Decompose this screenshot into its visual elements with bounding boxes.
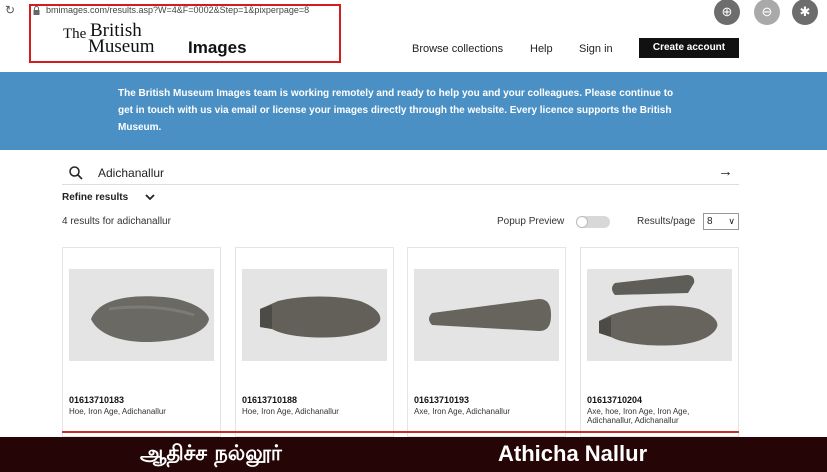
caption-bar	[0, 437, 827, 472]
card-description: Axe, hoe, Iron Age, Iron Age, Adichanall…	[587, 407, 690, 425]
results-per-page-value: 8	[707, 216, 713, 227]
card-description: Hoe, Iron Age, Adichanallur	[69, 407, 166, 416]
results-count: 4 results for adichanallur	[62, 216, 171, 227]
chevron-down-icon: ∨	[728, 216, 735, 226]
popup-preview-label: Popup Preview	[497, 216, 565, 227]
search-input[interactable]: Adichanallur	[98, 166, 164, 180]
card-number[interactable]: 01613710188	[242, 395, 297, 405]
caption-english: Athicha Nallur	[498, 441, 648, 466]
toggle-knob	[576, 216, 588, 228]
red-underline	[62, 431, 739, 433]
artifact-image[interactable]	[587, 269, 732, 361]
card-description: Axe, Iron Age, Adichanallur	[414, 407, 511, 416]
chevron-down-icon[interactable]	[144, 191, 156, 203]
artifact-axe-image	[414, 269, 559, 361]
create-account-button[interactable]: Create account	[639, 38, 739, 58]
results-per-page-label: Results/page	[637, 216, 696, 227]
artifact-hoe-image	[69, 269, 214, 361]
card-description: Hoe, Iron Age, Adichanallur	[242, 407, 339, 416]
artifact-axe-hoe-image	[587, 269, 732, 361]
search-submit-arrow-icon[interactable]: →	[718, 163, 733, 180]
zoom-in-icon[interactable]: ⊕	[714, 0, 740, 25]
card-number[interactable]: 01613710204	[587, 395, 642, 405]
artifact-image[interactable]	[242, 269, 387, 361]
caption-tamil: ஆதிச்ச நல்லூர்	[140, 441, 282, 465]
card-number[interactable]: 01613710183	[69, 395, 124, 405]
page: ↻ bmimages.com/results.asp?W=4&F=0002&St…	[0, 0, 827, 472]
results-per-page-select[interactable]: 8 ∨	[703, 213, 739, 230]
notice-banner: The British Museum Images team is workin…	[0, 72, 827, 150]
search-box[interactable]: Adichanallur →	[62, 161, 739, 185]
banner-text: The British Museum Images team is workin…	[118, 88, 674, 133]
logo-museum: Museum	[88, 36, 155, 57]
search-icon[interactable]	[68, 165, 84, 181]
artifact-image[interactable]	[69, 269, 214, 361]
result-card[interactable]: 01613710193 Axe, Iron Age, Adichanallur	[407, 247, 566, 437]
logo-images[interactable]: Images	[188, 38, 247, 58]
result-card[interactable]: 01613710183 Hoe, Iron Age, Adichanallur	[62, 247, 221, 437]
refine-results-toggle[interactable]: Refine results	[62, 192, 128, 203]
nav-help[interactable]: Help	[530, 43, 553, 55]
artifact-image[interactable]	[414, 269, 559, 361]
result-card[interactable]: 01613710188 Hoe, Iron Age, Adichanallur	[235, 247, 394, 437]
nav-browse-collections[interactable]: Browse collections	[412, 43, 503, 55]
reload-icon[interactable]: ↻	[5, 3, 15, 17]
extensions-icon[interactable]: ✱	[792, 0, 818, 25]
nav-sign-in[interactable]: Sign in	[579, 43, 613, 55]
card-number[interactable]: 01613710193	[414, 395, 469, 405]
artifact-hoe-image	[242, 269, 387, 361]
popup-preview-toggle[interactable]	[576, 216, 610, 228]
logo-the: The	[63, 26, 87, 42]
result-card[interactable]: 01613710204 Axe, hoe, Iron Age, Iron Age…	[580, 247, 739, 437]
zoom-out-icon[interactable]: ⊖	[754, 0, 780, 25]
